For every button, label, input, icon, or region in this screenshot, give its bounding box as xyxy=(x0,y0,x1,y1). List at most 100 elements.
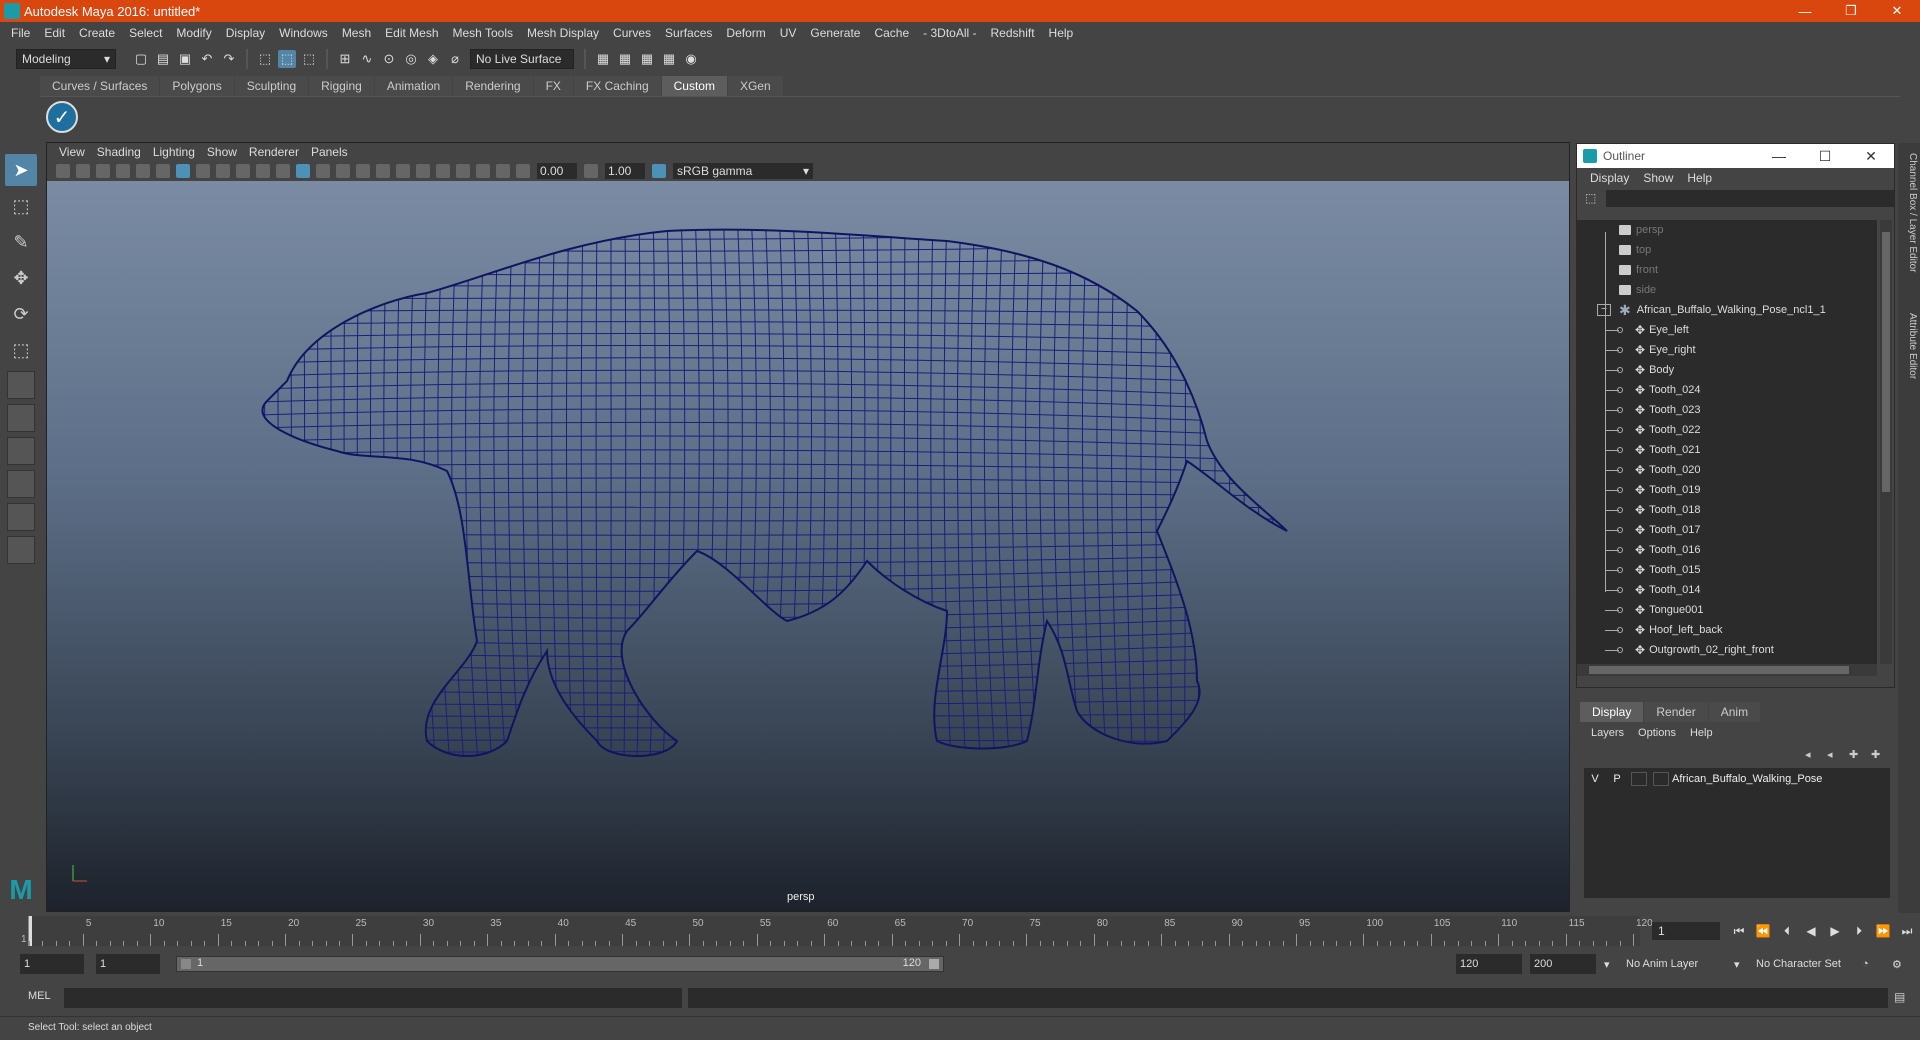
tree-item-mesh[interactable]: ✥ Tongue001 xyxy=(1577,600,1877,620)
layer-playback-toggle[interactable]: P xyxy=(1606,773,1628,785)
grid-icon[interactable] xyxy=(156,164,170,178)
select-tool-icon[interactable]: ➤ xyxy=(5,154,37,186)
preferences-icon[interactable]: ⚙ xyxy=(1892,954,1902,974)
range-end-handle[interactable] xyxy=(929,959,939,969)
tab-anim[interactable]: Anim xyxy=(1708,702,1761,722)
open-scene-icon[interactable]: ▤ xyxy=(154,50,172,68)
mode-selector[interactable]: Modeling ▾ xyxy=(16,49,116,69)
close-button[interactable]: ✕ xyxy=(1874,0,1920,22)
tree-item-mesh[interactable]: ✥ Tooth_022 xyxy=(1577,420,1877,440)
ambient-occlusion-icon[interactable] xyxy=(396,164,410,178)
lasso-tool-icon[interactable]: ⬚ xyxy=(5,190,37,222)
anti-alias-icon[interactable] xyxy=(436,164,450,178)
collapse-icon[interactable]: − xyxy=(1597,304,1611,316)
layer-menu-help[interactable]: Help xyxy=(1683,727,1720,739)
shelf-tab-fx-caching[interactable]: FX Caching xyxy=(573,76,661,96)
playback-start-field[interactable]: 1 xyxy=(96,954,160,974)
menu-3dtoall[interactable]: - 3DtoAll - xyxy=(916,26,983,40)
tab-channel-box[interactable]: Channel Box / Layer Editor xyxy=(1900,153,1918,273)
layout-four-icon[interactable] xyxy=(7,404,35,432)
shelf-tab-sculpting[interactable]: Sculpting xyxy=(234,76,309,96)
layout-graph-icon[interactable] xyxy=(7,503,35,531)
go-to-start-icon[interactable]: ⏮ xyxy=(1730,922,1748,940)
layout-outliner-icon[interactable] xyxy=(7,470,35,498)
select-hierarchy-icon[interactable]: ⬚ xyxy=(256,50,274,68)
vp-menu-panels[interactable]: Panels xyxy=(305,145,354,159)
vp-menu-shading[interactable]: Shading xyxy=(91,145,147,159)
tab-display[interactable]: Display xyxy=(1580,702,1644,722)
time-slider[interactable]: 1 5 10 15 20 25 30 35 40 45 50 55 60 65 70 75 80 85 90 95 1… xyxy=(0,916,1920,946)
shelf-tab-animation[interactable]: Animation xyxy=(374,76,453,96)
menu-redshift[interactable]: Redshift xyxy=(984,26,1042,40)
tree-item-mesh[interactable]: ✥ Tooth_014 xyxy=(1577,580,1877,600)
go-to-end-icon[interactable]: ⏭ xyxy=(1898,922,1916,940)
render-frame-icon[interactable]: ▦ xyxy=(616,50,634,68)
shelf-tab-rendering[interactable]: Rendering xyxy=(453,76,533,96)
command-input[interactable] xyxy=(64,988,682,1008)
menu-create[interactable]: Create xyxy=(72,26,122,40)
vp-menu-lighting[interactable]: Lighting xyxy=(147,145,201,159)
tree-item-camera[interactable]: top xyxy=(1577,240,1877,260)
tree-item-mesh[interactable]: ✥ Tooth_024 xyxy=(1577,380,1877,400)
play-backward-icon[interactable]: ◀ xyxy=(1802,922,1820,940)
shelf-tab-curves-surfaces[interactable]: Curves / Surfaces xyxy=(40,76,160,96)
step-forward-key-icon[interactable]: ⏩ xyxy=(1874,922,1892,940)
playback-end-field[interactable]: 120 xyxy=(1456,954,1522,974)
safe-action-icon[interactable] xyxy=(276,164,290,178)
tree-item-camera[interactable]: front xyxy=(1577,260,1877,280)
ipr-render-icon[interactable]: ▦ xyxy=(638,50,656,68)
menu-curves[interactable]: Curves xyxy=(606,26,658,40)
menu-file[interactable]: File xyxy=(4,26,37,40)
menu-windows[interactable]: Windows xyxy=(272,26,335,40)
tab-attribute-editor[interactable]: Attribute Editor xyxy=(1900,313,1918,379)
image-plane-icon[interactable] xyxy=(116,164,130,178)
anim-layer-dropdown[interactable]: No Anim Layer xyxy=(1626,954,1698,974)
motion-blur-icon[interactable] xyxy=(416,164,430,178)
new-layer-selected-icon[interactable]: ✚ xyxy=(1871,748,1887,762)
outliner-vscroll[interactable] xyxy=(1880,220,1892,664)
resolution-gate-icon[interactable] xyxy=(216,164,230,178)
scene-canvas[interactable]: persp xyxy=(47,181,1569,911)
checkmark-icon[interactable]: ✓ xyxy=(46,101,78,133)
shelf-tab-polygons[interactable]: Polygons xyxy=(160,76,234,96)
restore-button[interactable]: ❐ xyxy=(1828,0,1874,22)
command-language-label[interactable]: MEL xyxy=(28,990,51,1002)
menu-select[interactable]: Select xyxy=(122,26,169,40)
menu-cache[interactable]: Cache xyxy=(867,26,916,40)
isolate-select-icon[interactable] xyxy=(456,164,470,178)
layer-color-swatch[interactable] xyxy=(1653,772,1669,786)
render-settings-icon[interactable]: ▦ xyxy=(660,50,678,68)
menu-edit[interactable]: Edit xyxy=(37,26,72,40)
camera-attr-icon[interactable] xyxy=(76,164,90,178)
menu-mesh[interactable]: Mesh xyxy=(335,26,378,40)
minimize-button[interactable]: — xyxy=(1782,0,1828,22)
select-component-icon[interactable]: ⬚ xyxy=(300,50,318,68)
field-chart-icon[interactable] xyxy=(256,164,270,178)
grease-pencil-icon[interactable] xyxy=(136,164,150,178)
step-back-frame-icon[interactable]: ⏴ xyxy=(1778,922,1796,940)
shelf-tab-rigging[interactable]: Rigging xyxy=(309,76,374,96)
outliner-close-button[interactable]: ✕ xyxy=(1848,148,1894,165)
tree-item-mesh[interactable]: ✥ Tooth_019 xyxy=(1577,480,1877,500)
vp-menu-view[interactable]: View xyxy=(53,145,91,159)
undo-icon[interactable]: ↶ xyxy=(198,50,216,68)
menu-edit-mesh[interactable]: Edit Mesh xyxy=(378,26,445,40)
render-view-icon[interactable]: ▦ xyxy=(594,50,612,68)
film-gate-icon[interactable] xyxy=(196,164,210,178)
snap-point-icon[interactable]: ⊙ xyxy=(380,50,398,68)
textured-icon[interactable] xyxy=(336,164,350,178)
redo-icon[interactable]: ↷ xyxy=(220,50,238,68)
move-tool-icon[interactable]: ✥ xyxy=(5,262,37,294)
outliner-menu-show[interactable]: Show xyxy=(1636,171,1680,185)
outliner-tree[interactable]: persp top front side − ✱ African_Buffalo_W… xyxy=(1577,220,1877,664)
layer-menu-layers[interactable]: Layers xyxy=(1584,727,1631,739)
xray-joints-icon[interactable] xyxy=(496,164,510,178)
tree-item-camera[interactable]: persp xyxy=(1577,220,1877,240)
outliner-menu-display[interactable]: Display xyxy=(1583,171,1636,185)
timeline-ruler[interactable]: 1 5 10 15 20 25 30 35 40 45 50 55 60 65 70 75 80 85 90 95 1… xyxy=(21,916,1653,946)
paint-select-icon[interactable]: ✎ xyxy=(5,226,37,258)
outliner-search-input[interactable] xyxy=(1606,189,1894,207)
wireframe-icon[interactable] xyxy=(176,164,190,178)
play-forward-icon[interactable]: ▶ xyxy=(1826,922,1844,940)
layout-two-icon[interactable] xyxy=(7,437,35,465)
